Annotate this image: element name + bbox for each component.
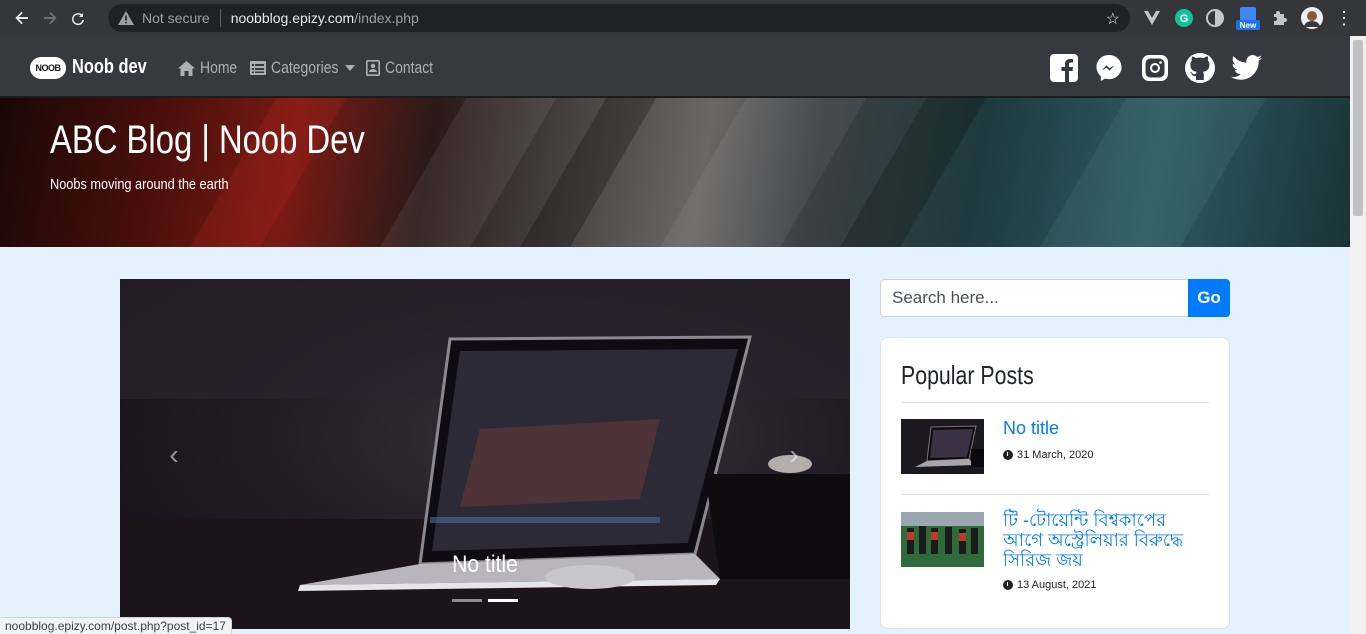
new-badge-label: New bbox=[1239, 21, 1257, 30]
popular-posts-title: Popular Posts bbox=[901, 360, 1034, 390]
bookmark-star-icon[interactable]: ☆ bbox=[1106, 9, 1120, 29]
nav-categories-label: Categories bbox=[271, 58, 339, 77]
contact-icon bbox=[366, 60, 380, 76]
omnibox-divider bbox=[219, 9, 221, 27]
site-navbar: NOOB Noob dev Home Categories Contact bbox=[0, 36, 1350, 98]
scrollbar-thumb[interactable] bbox=[1353, 40, 1363, 216]
profile-avatar[interactable] bbox=[1300, 6, 1324, 30]
carousel-prev-button[interactable]: ‹ bbox=[154, 439, 194, 471]
url-host: noobblog.epizy.com bbox=[230, 10, 355, 26]
carousel-indicator-active[interactable] bbox=[488, 599, 518, 602]
page-scrollbar[interactable] bbox=[1350, 36, 1366, 634]
security-status[interactable]: Not secure bbox=[142, 10, 210, 26]
post-date-text: 31 March, 2020 bbox=[1017, 449, 1094, 461]
list-icon bbox=[250, 61, 266, 75]
featured-carousel[interactable]: ‹ › No title bbox=[120, 279, 850, 629]
clock-icon bbox=[1003, 580, 1013, 590]
post-title-link[interactable]: No title bbox=[1003, 418, 1203, 438]
post-date: 13 August, 2021 bbox=[1003, 579, 1097, 591]
noob-logo: NOOB bbox=[30, 56, 66, 79]
hero-banner: ABC Blog | Noob Dev Noobs moving around … bbox=[0, 98, 1350, 247]
facebook-icon[interactable] bbox=[1050, 54, 1078, 82]
puzzle-icon[interactable] bbox=[1268, 6, 1292, 30]
post-thumbnail[interactable] bbox=[901, 512, 984, 567]
browser-toolbar: Not secure noobblog.epizy.com/index.php … bbox=[0, 0, 1366, 36]
dark-reader-icon[interactable] bbox=[1203, 6, 1227, 30]
site-title: ABC Blog | Noob Dev bbox=[50, 118, 365, 162]
grammarly-icon[interactable]: G bbox=[1172, 6, 1196, 30]
divider bbox=[901, 494, 1209, 495]
github-icon[interactable] bbox=[1185, 53, 1215, 83]
nav-contact-label: Contact bbox=[385, 58, 434, 77]
brand-name: Noob dev bbox=[72, 56, 147, 78]
address-bar[interactable]: Not secure noobblog.epizy.com/index.php … bbox=[108, 4, 1130, 32]
clock-icon bbox=[1003, 450, 1013, 460]
carousel-next-button[interactable]: › bbox=[774, 439, 814, 471]
twitter-icon[interactable] bbox=[1231, 54, 1263, 82]
reload-button[interactable] bbox=[64, 4, 92, 32]
messenger-icon[interactable] bbox=[1095, 54, 1123, 82]
reload-icon bbox=[72, 13, 84, 26]
popular-posts-card: Popular Posts No title 31 March, 2020 টি… bbox=[880, 337, 1230, 629]
nav-categories[interactable]: Categories bbox=[250, 58, 355, 78]
nav-home[interactable]: Home bbox=[178, 58, 245, 78]
warning-triangle-icon bbox=[118, 10, 134, 26]
back-button[interactable] bbox=[8, 4, 36, 32]
nav-contact[interactable]: Contact bbox=[366, 58, 444, 78]
back-arrow-icon bbox=[15, 11, 28, 25]
chevron-down-icon bbox=[345, 65, 355, 71]
home-icon bbox=[178, 60, 195, 76]
url-path: /index.php bbox=[354, 10, 419, 26]
search-input[interactable] bbox=[880, 279, 1189, 317]
forward-arrow-icon bbox=[44, 11, 57, 25]
instagram-icon[interactable] bbox=[1141, 54, 1169, 82]
site-tagline: Noobs moving around the earth bbox=[50, 176, 229, 193]
search-go-button[interactable]: Go bbox=[1188, 279, 1230, 317]
status-bar-url: noobblog.epizy.com/post.php?post_id=17 bbox=[0, 617, 232, 634]
divider bbox=[901, 402, 1209, 403]
nav-home-label: Home bbox=[200, 58, 238, 77]
carousel-indicator[interactable] bbox=[452, 599, 482, 602]
post-title-link[interactable]: টি -টোয়েন্টি বিশ্বকাপের আগে অস্ট্রেলিয়… bbox=[1003, 510, 1203, 570]
post-date-text: 13 August, 2021 bbox=[1017, 579, 1097, 591]
svg-text:G: G bbox=[1180, 13, 1189, 25]
brand-link[interactable]: NOOB Noob dev bbox=[30, 56, 163, 79]
vue-devtools-icon[interactable] bbox=[1140, 6, 1164, 30]
browser-menu-icon[interactable]: ⋮ bbox=[1332, 6, 1356, 30]
post-date: 31 March, 2020 bbox=[1003, 449, 1093, 461]
forward-button[interactable] bbox=[36, 4, 64, 32]
new-badge-icon[interactable]: New bbox=[1235, 6, 1261, 30]
carousel-caption: No title bbox=[452, 551, 518, 578]
post-thumbnail[interactable] bbox=[901, 419, 984, 474]
